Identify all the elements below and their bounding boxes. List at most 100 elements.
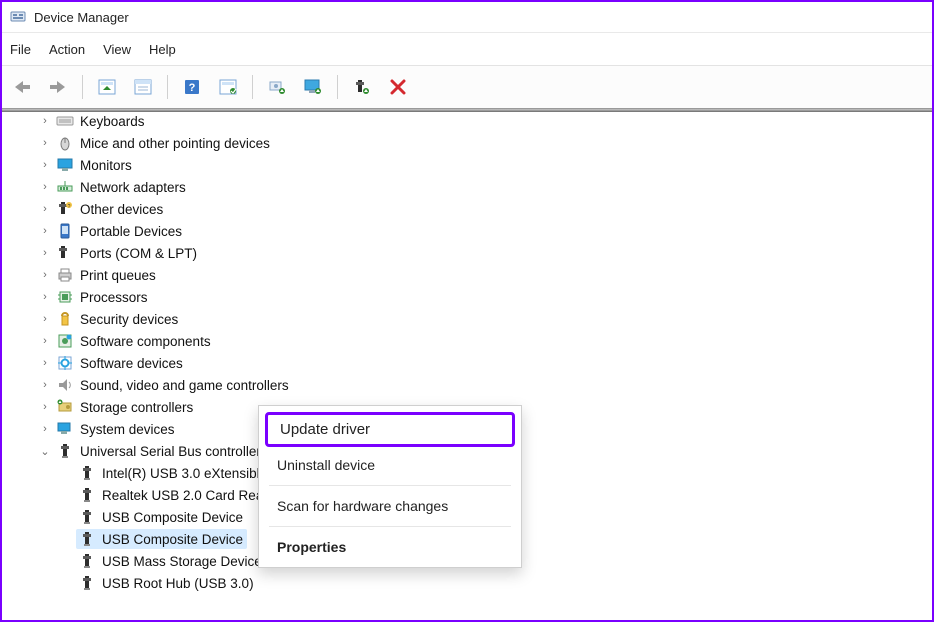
selected-item[interactable]: USB Composite Device — [76, 529, 247, 549]
tree-item-label: Keyboards — [80, 114, 145, 129]
network-icon — [56, 178, 74, 196]
tree-item-label: Realtek USB 2.0 Card Reader — [102, 488, 283, 503]
tree-category[interactable]: › Keyboards — [12, 110, 922, 132]
toolbar-separator — [167, 75, 168, 99]
cpu-icon — [56, 288, 74, 306]
expand-toggle-icon[interactable]: › — [38, 137, 52, 149]
ctx-separator — [269, 526, 511, 527]
expand-toggle-icon[interactable]: › — [38, 335, 52, 347]
ctx-separator — [269, 485, 511, 486]
expand-toggle-icon[interactable]: › — [38, 269, 52, 281]
menu-view[interactable]: View — [103, 42, 131, 57]
tree-item-label: Network adapters — [80, 180, 186, 195]
ctx-properties[interactable]: Properties — [259, 531, 521, 563]
sound-icon — [56, 376, 74, 394]
tree-category[interactable]: › Software components — [12, 330, 922, 352]
tree-category[interactable]: › Portable Devices — [12, 220, 922, 242]
portable-icon — [56, 222, 74, 240]
usb-icon — [78, 508, 96, 526]
properties-button[interactable] — [129, 73, 157, 101]
help-button[interactable]: ? — [178, 73, 206, 101]
app-icon — [10, 9, 26, 25]
scan-button[interactable] — [214, 73, 242, 101]
ctx-uninstall-device[interactable]: Uninstall device — [259, 449, 521, 481]
menu-help[interactable]: Help — [149, 42, 176, 57]
tree-item-label: Sound, video and game controllers — [80, 378, 289, 393]
keyboard-icon — [56, 112, 74, 130]
expand-toggle-icon[interactable]: › — [38, 181, 52, 193]
tree-item-label: Processors — [80, 290, 148, 305]
system-icon — [56, 420, 74, 438]
expand-toggle-icon[interactable]: › — [38, 159, 52, 171]
ctx-update-driver[interactable]: Update driver — [265, 412, 515, 447]
title-bar: Device Manager — [2, 2, 932, 33]
tree-item-label: Ports (COM & LPT) — [80, 246, 197, 261]
expand-toggle-icon[interactable]: › — [38, 357, 52, 369]
expand-toggle-icon[interactable]: ⌄ — [38, 445, 52, 458]
device-manager-window: Device Manager File Action View Help ? — [0, 0, 934, 622]
tree-item-label: USB Composite Device — [102, 510, 243, 525]
expand-toggle-icon[interactable]: › — [38, 423, 52, 435]
svg-text:?: ? — [68, 204, 71, 210]
expand-toggle-icon[interactable]: › — [38, 401, 52, 413]
usb-icon — [78, 486, 96, 504]
forward-button[interactable] — [44, 73, 72, 101]
tree-category[interactable]: › Sound, video and game controllers — [12, 374, 922, 396]
tree-item-label: Portable Devices — [80, 224, 182, 239]
expand-toggle-icon[interactable]: › — [38, 225, 52, 237]
tree-item-label: USB Composite Device — [102, 532, 243, 547]
tree-item-label: Storage controllers — [80, 400, 193, 415]
expand-toggle-icon[interactable]: › — [38, 313, 52, 325]
remove-button[interactable] — [384, 73, 412, 101]
tree-item-label: System devices — [80, 422, 175, 437]
expand-toggle-icon[interactable]: › — [38, 203, 52, 215]
update-driver-button[interactable] — [263, 73, 291, 101]
usb-icon — [78, 464, 96, 482]
tree-item-label: USB Mass Storage Device — [102, 554, 262, 569]
menu-bar: File Action View Help — [2, 33, 932, 66]
tree-category[interactable]: › Print queues — [12, 264, 922, 286]
enable-device-button[interactable] — [299, 73, 327, 101]
monitor-icon — [56, 156, 74, 174]
tree-item-label: Mice and other pointing devices — [80, 136, 270, 151]
expand-toggle-icon[interactable]: › — [38, 379, 52, 391]
usb-icon — [78, 530, 96, 548]
expand-toggle-icon[interactable]: › — [38, 247, 52, 259]
window-title: Device Manager — [34, 10, 129, 25]
usb-icon — [78, 552, 96, 570]
toolbar-separator — [82, 75, 83, 99]
expand-toggle-icon[interactable]: › — [38, 115, 52, 127]
svg-text:?: ? — [189, 82, 196, 94]
tree-item-label: Print queues — [80, 268, 156, 283]
usb-root-icon — [56, 442, 74, 460]
tree-item-label: Software devices — [80, 356, 183, 371]
tree-item-label: Universal Serial Bus controllers — [80, 444, 268, 459]
menu-action[interactable]: Action — [49, 42, 85, 57]
printer-icon — [56, 266, 74, 284]
tree-category[interactable]: ›? Other devices — [12, 198, 922, 220]
tree-category[interactable]: › Processors — [12, 286, 922, 308]
tree-category[interactable]: › Network adapters — [12, 176, 922, 198]
tree-category[interactable]: ›Security devices — [12, 308, 922, 330]
tree-item-label: Monitors — [80, 158, 132, 173]
other-icon: ? — [56, 200, 74, 218]
software-icon — [56, 354, 74, 372]
tree-category[interactable]: › Monitors — [12, 154, 922, 176]
port-icon — [56, 244, 74, 262]
security-icon — [56, 310, 74, 328]
usb-icon — [78, 574, 96, 592]
tree-item-label: Other devices — [80, 202, 163, 217]
tree-category[interactable]: › Ports (COM & LPT) — [12, 242, 922, 264]
tree-item-label: Software components — [80, 334, 211, 349]
tree-child[interactable]: USB Root Hub (USB 3.0) — [12, 572, 922, 594]
show-hidden-button[interactable] — [93, 73, 121, 101]
expand-toggle-icon[interactable]: › — [38, 291, 52, 303]
ctx-scan-hardware[interactable]: Scan for hardware changes — [259, 490, 521, 522]
mouse-icon — [56, 134, 74, 152]
tree-item-label: USB Root Hub (USB 3.0) — [102, 576, 254, 591]
back-button[interactable] — [8, 73, 36, 101]
menu-file[interactable]: File — [10, 42, 31, 57]
tree-category[interactable]: › Software devices — [12, 352, 922, 374]
uninstall-button[interactable] — [348, 73, 376, 101]
tree-category[interactable]: › Mice and other pointing devices — [12, 132, 922, 154]
